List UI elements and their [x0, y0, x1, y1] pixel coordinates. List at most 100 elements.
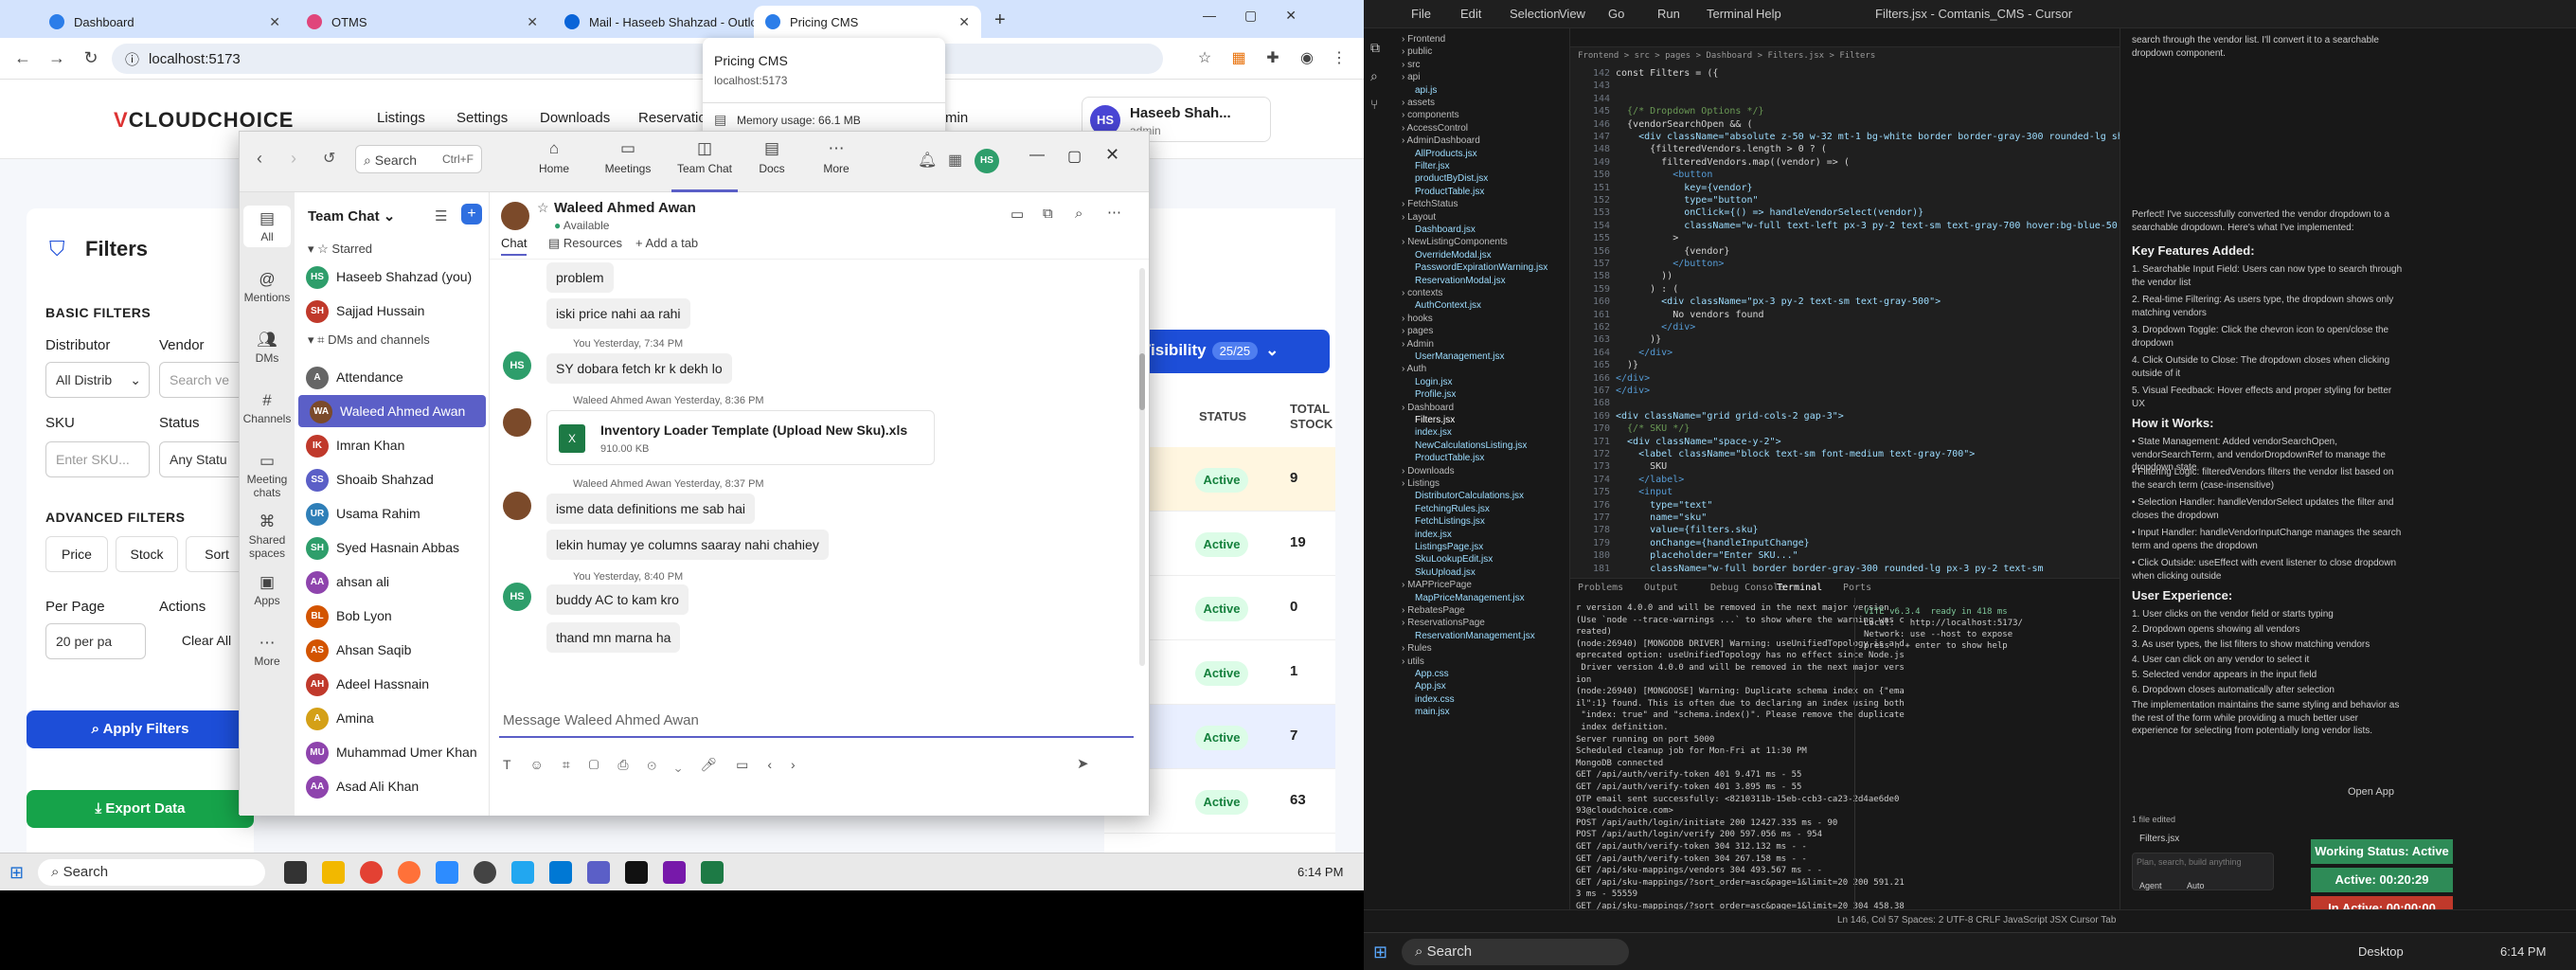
source-control-icon[interactable]: ⑂ — [1370, 97, 1378, 112]
explorer-item[interactable]: › utils — [1402, 656, 1424, 667]
rail-item-meeting-chats[interactable]: ▭ Meeting chats — [240, 448, 295, 503]
open-app-button[interactable]: Open App — [2348, 786, 2394, 798]
maximize-icon[interactable]: ▢ — [1067, 147, 1082, 166]
window-controls[interactable]: —▢✕ — [1203, 8, 1325, 24]
extension-icon[interactable]: ▦ — [1229, 48, 1248, 67]
rail-item-all[interactable]: ▤ All — [243, 206, 291, 247]
file-explorer-icon[interactable] — [322, 861, 345, 884]
explorer-item[interactable]: index.jsx — [1415, 427, 1452, 438]
explorer-item[interactable]: App.jsx — [1415, 681, 1446, 692]
explorer-item[interactable]: › AdminDashboard — [1402, 135, 1480, 146]
menu-run[interactable]: Run — [1657, 7, 1680, 21]
chat-list-item[interactable]: SS Shoaib Shahzad — [295, 463, 489, 495]
explorer-item[interactable]: › contexts — [1402, 288, 1442, 298]
chat-list-item[interactable]: MU Muhammad Umer Khan — [295, 736, 489, 768]
tab-otms[interactable]: OTMS ✕ — [295, 6, 549, 38]
explorer-item[interactable]: ProductTable.jsx — [1415, 453, 1484, 463]
explorer-item[interactable]: Dashboard.jsx — [1415, 225, 1476, 235]
more-icon[interactable]: ⋯ — [1107, 204, 1121, 221]
explorer-item[interactable]: SkuUpload.jsx — [1415, 567, 1476, 578]
zoom-icon[interactable] — [436, 861, 458, 884]
explorer-item[interactable]: AllProducts.jsx — [1415, 149, 1477, 159]
sku-input[interactable]: Enter SKU... — [45, 441, 150, 477]
address-bar[interactable]: ⓘ localhost:5173 — [112, 44, 1163, 74]
nav-admin[interactable]: min — [945, 110, 968, 126]
edited-file[interactable]: Filters.jsx — [2139, 834, 2179, 844]
explorer-item[interactable]: › src — [1402, 60, 1420, 70]
explorer-item[interactable]: api.js — [1415, 85, 1437, 96]
code-editor[interactable]: Frontend > src > pages > Dashboard > Fil… — [1570, 28, 2120, 578]
distributor-select[interactable]: All Distrib ⌄ — [45, 362, 150, 398]
terminal-panel[interactable]: Problems Output Debug Console Terminal Ports… — [1570, 578, 2120, 938]
rail-item-apps[interactable]: ▣ Apps — [240, 569, 295, 611]
firefox-icon[interactable] — [398, 861, 420, 884]
chat-list-item[interactable]: AH Adeel Hassnain — [295, 668, 489, 700]
chat-list-item[interactable]: UR Usama Rahim — [295, 497, 489, 530]
chat-list-item[interactable]: AA Asad Ali Khan — [295, 770, 489, 802]
explorer-item[interactable]: › MAPPricePage — [1402, 580, 1472, 590]
vscode-icon[interactable] — [511, 861, 534, 884]
menu-go[interactable]: Go — [1608, 7, 1624, 21]
filter-icon[interactable]: ☰ — [435, 207, 447, 225]
cursor-app-icon[interactable] — [625, 861, 648, 884]
minimize-icon[interactable]: — — [1029, 147, 1045, 164]
explorer-item[interactable]: ReservationManagement.jsx — [1415, 631, 1535, 641]
panel-tab-terminal[interactable]: Terminal — [1777, 583, 1822, 593]
menu-view[interactable]: View — [1559, 7, 1585, 21]
rail-item-shared-spaces[interactable]: ⌘ Shared spaces — [240, 509, 295, 564]
explorer-item[interactable]: › assets — [1402, 98, 1435, 108]
explorer-item[interactable]: › components — [1402, 110, 1459, 120]
chat-list-item[interactable]: WA Waleed Ahmed Awan — [298, 395, 486, 427]
price-filter-button[interactable]: Price — [45, 536, 108, 572]
scrollbar[interactable] — [1139, 268, 1145, 666]
bell-icon[interactable]: 🔔︎ — [918, 151, 937, 170]
close-icon[interactable]: ✕ — [1105, 145, 1119, 165]
explorer-item[interactable]: › hooks — [1402, 314, 1433, 324]
nav-downloads[interactable]: Downloads — [540, 110, 610, 126]
chat-list-item[interactable]: BL Bob Lyon — [295, 600, 489, 632]
nav-docs[interactable]: ▤ Docs — [743, 139, 800, 175]
explorer-item[interactable]: › AccessControl — [1402, 123, 1468, 134]
profile-icon[interactable]: ◉ — [1297, 48, 1316, 67]
explorer-item[interactable]: › Layout — [1402, 212, 1436, 223]
menu-edit[interactable]: Edit — [1460, 7, 1481, 21]
panel-tab-output[interactable]: Output — [1644, 583, 1678, 593]
chrome-icon[interactable] — [360, 861, 383, 884]
visibility-button[interactable]: Visibility 25/25 ⌄ — [1127, 330, 1330, 373]
explorer-item[interactable]: › Dashboard — [1402, 403, 1454, 413]
explorer-item[interactable]: Profile.jsx — [1415, 389, 1456, 400]
chat-list-item[interactable]: A Attendance — [295, 361, 489, 393]
explorer-item[interactable]: productByDist.jsx — [1415, 173, 1488, 184]
dms-channels-section[interactable]: ▾ ⌗ DMs and channels — [308, 332, 430, 348]
search-icon[interactable]: ⌕ — [1370, 68, 1378, 84]
explorer-item[interactable]: › ReservationsPage — [1402, 618, 1485, 628]
tab-chat[interactable]: Chat — [501, 236, 528, 256]
explorer-item[interactable]: › NewListingComponents — [1402, 237, 1508, 247]
explorer-item[interactable]: Filter.jsx — [1415, 161, 1450, 171]
explorer-item[interactable]: › api — [1402, 72, 1420, 82]
file-attachment[interactable]: X Inventory Loader Template (Upload New … — [546, 410, 935, 465]
export-data-button[interactable]: ⤓ Export Data — [27, 790, 254, 828]
explorer-item[interactable]: › Downloads — [1402, 466, 1455, 476]
menu-help[interactable]: Help — [1756, 7, 1781, 21]
explorer-item[interactable]: FetchingRules.jsx — [1415, 504, 1490, 514]
explorer-item[interactable]: index.css — [1415, 694, 1455, 705]
history-icon[interactable]: ↺ — [323, 149, 335, 168]
task-view-icon[interactable] — [284, 861, 307, 884]
video-call-icon[interactable]: ▭ — [1011, 206, 1024, 223]
teams-search-input[interactable]: ⌕ Search Ctrl+F — [355, 145, 482, 173]
compose-toolbar[interactable]: T☺⌗▢⎙⊙⌄🎤︎▭‹› — [503, 757, 814, 773]
explorer-item[interactable]: ReservationModal.jsx — [1415, 276, 1506, 286]
close-icon[interactable]: ✕ — [958, 14, 970, 30]
explorer-item[interactable]: › Admin — [1402, 339, 1434, 350]
close-icon[interactable]: ✕ — [527, 14, 538, 30]
explorer-item[interactable]: ProductTable.jsx — [1415, 187, 1484, 197]
windows-start-icon[interactable]: ⊞ — [9, 863, 24, 883]
rail-item-more[interactable]: ⋯ More — [240, 630, 295, 672]
explorer-item[interactable]: index.jsx — [1415, 530, 1452, 540]
reload-icon[interactable]: ↻ — [74, 48, 108, 68]
chat-list-title[interactable]: Team Chat ⌄ — [308, 207, 395, 225]
taskbar-search[interactable]: ⌕ Search — [1402, 939, 1629, 965]
forward-icon[interactable]: › — [291, 149, 296, 169]
chat-list-item[interactable]: AS Ahsan Saqib — [295, 634, 489, 666]
